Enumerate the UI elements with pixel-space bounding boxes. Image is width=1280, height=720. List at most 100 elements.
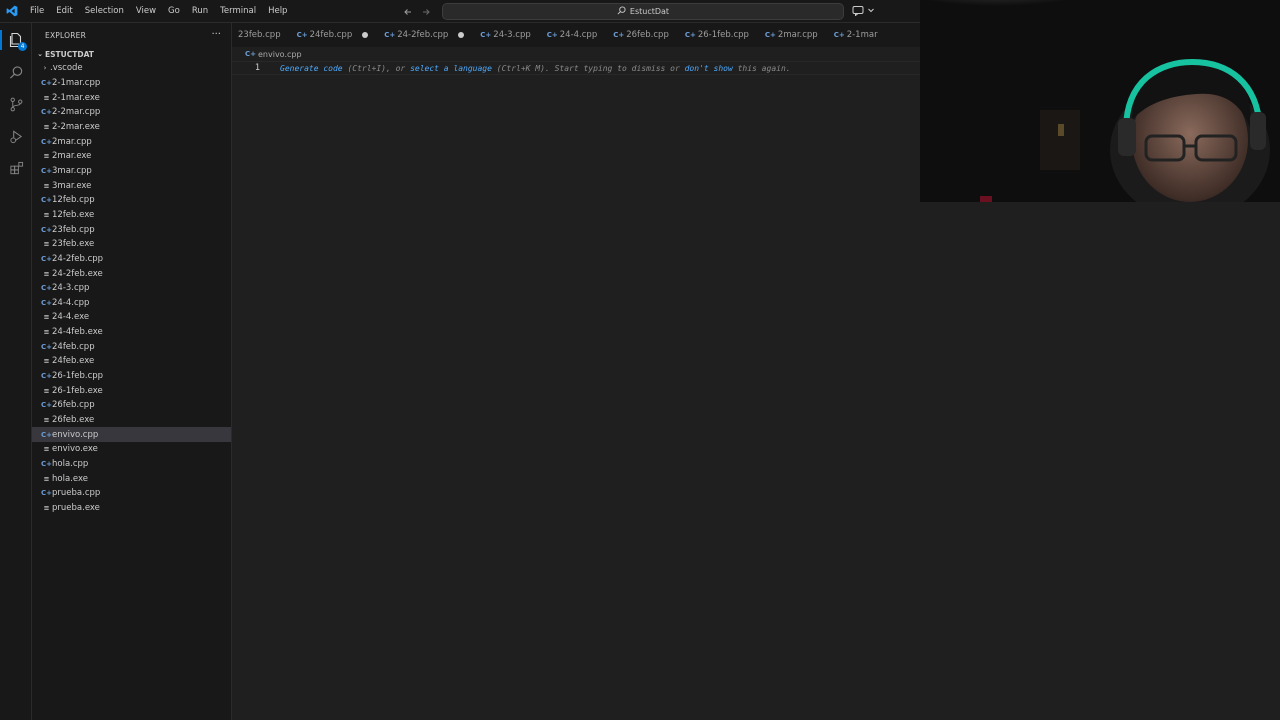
forward-arrow-icon[interactable] [420,6,432,18]
workspace-folder-header[interactable]: ⌄ ESTUCTDAT [32,47,231,61]
copilot-chat-icon[interactable] [852,5,864,19]
binary-file-icon: ≡ [43,504,50,513]
chevron-down-icon[interactable] [867,6,875,17]
menu-help[interactable]: Help [262,0,293,23]
tree-file[interactable]: ≡ 12feb.exe [32,208,231,223]
tree-item-label: 26-1feb.exe [52,385,103,396]
tree-item-label: envivo.cpp [52,429,99,440]
hint-link[interactable]: Generate code [280,64,343,73]
menu-terminal[interactable]: Terminal [214,0,262,23]
hint-link[interactable]: select a language [410,64,492,73]
tree-file[interactable]: ≡ envivo.exe [32,442,231,457]
run-debug-icon[interactable] [4,124,28,148]
tree-file[interactable]: ≡ 2-2mar.exe [32,120,231,135]
editor-tab[interactable]: C+ 26feb.cpp [607,23,679,47]
editor-area[interactable]: C+ envivo.cpp 1 Generate code (Ctrl+I), … [232,47,920,720]
source-control-icon[interactable] [4,92,28,116]
menu-selection[interactable]: Selection [79,0,130,23]
back-arrow-icon[interactable] [402,6,414,18]
tree-file[interactable]: C+ 24-4.cpp [32,296,231,311]
tree-file[interactable]: C+ 24-2feb.cpp [32,252,231,267]
editor-tab[interactable]: 23feb.cpp [232,23,291,47]
editor-tab[interactable]: C+ 24feb.cpp [291,23,379,47]
tree-file[interactable]: ≡ hola.exe [32,471,231,486]
tree-file[interactable]: C+ 23feb.cpp [32,222,231,237]
tree-file[interactable]: ≡ 24-2feb.exe [32,266,231,281]
tree-file[interactable]: C+ 26feb.cpp [32,398,231,413]
copilot-controls [852,3,875,20]
tree-file[interactable]: ≡ 24-4.exe [32,310,231,325]
tree-item-label: 26feb.exe [52,415,95,426]
cpp-file-icon: C+ [41,460,53,469]
webcam-overlay [920,0,1280,202]
editor-tabs: 23feb.cpp C+ 24feb.cpp C+ 24-2feb.cpp C+ 24-3.… [232,23,920,47]
tree-file[interactable]: ≡ 2-1mar.exe [32,90,231,105]
binary-file-icon: ≡ [43,357,50,366]
menu-view[interactable]: View [130,0,162,23]
tree-file[interactable]: ≡ 3mar.exe [32,178,231,193]
tree-file[interactable]: C+ hola.cpp [32,457,231,472]
binary-file-icon: ≡ [43,210,50,219]
workspace-folder-name: ESTUCTDAT [45,49,94,59]
editor-tab[interactable]: C+ 24-3.cpp [474,23,540,47]
tree-file[interactable]: C+ prueba.cpp [32,486,231,501]
tree-file[interactable]: C+ 24feb.cpp [32,339,231,354]
explorer-icon[interactable]: 4 [0,28,28,52]
tree-file[interactable]: C+ 2-2mar.cpp [32,105,231,120]
menu-edit[interactable]: Edit [50,0,78,23]
cpp-file-icon: C+ [41,284,53,293]
cpp-file-icon: C+ [764,31,776,39]
cpp-file-icon: C+ [41,137,53,146]
tree-file[interactable]: C+ 3mar.cpp [32,164,231,179]
tree-file[interactable]: ≡ 24-4feb.exe [32,325,231,340]
tree-file[interactable]: C+ 24-3.cpp [32,281,231,296]
tree-item-label: 23feb.cpp [52,224,95,235]
search-icon[interactable] [4,60,28,84]
search-icon [617,6,626,17]
editor-tab[interactable]: C+ 24-2feb.cpp [378,23,474,47]
tab-label: 23feb.cpp [238,30,281,40]
activity-bar: 4 [0,23,32,720]
line-number: 1 [254,63,260,73]
extensions-icon[interactable] [4,156,28,180]
unsaved-dot-icon[interactable] [458,32,465,38]
menu-run[interactable]: Run [186,0,214,23]
tree-file[interactable]: ≡ prueba.exe [32,501,231,516]
tree-file[interactable]: ≡ 24feb.exe [32,354,231,369]
hint-link[interactable]: don't show [685,64,733,73]
file-tree: › .vscode C+ 2-1mar.cpp ≡ 2-1mar.exe C+ 2-2mar.… [32,61,231,515]
tree-item-label: prueba.cpp [52,488,101,499]
editor-tab[interactable]: C+ 26-1feb.cpp [679,23,759,47]
binary-file-icon: ≡ [43,122,50,131]
tree-folder[interactable]: › .vscode [32,61,231,76]
tree-file[interactable]: C+ 2mar.cpp [32,134,231,149]
tree-item-label: 2mar.exe [52,151,92,162]
cpp-file-icon: C+ [41,298,53,307]
tree-file[interactable]: C+ envivo.cpp [32,427,231,443]
editor-tab[interactable]: C+ 2mar.cpp [759,23,828,47]
tree-file[interactable]: ≡ 23feb.exe [32,237,231,252]
tree-file[interactable]: C+ 26-1feb.cpp [32,369,231,384]
breadcrumb-file[interactable]: envivo.cpp [258,50,302,59]
unsaved-dot-icon[interactable] [362,32,369,38]
tree-file[interactable]: ≡ 2mar.exe [32,149,231,164]
editor-line[interactable]: 1 Generate code (Ctrl+I), or select a la… [232,61,920,75]
editor-tab[interactable]: C+ 24-4.cpp [541,23,607,47]
sidebar-title: EXPLORER [45,30,86,40]
cpp-file-icon: C+ [41,254,53,263]
tree-file[interactable]: ≡ 26-1feb.exe [32,383,231,398]
command-center-search[interactable]: EstuctDat [442,3,844,20]
menu-file[interactable]: File [24,0,50,23]
menu-go[interactable]: Go [162,0,186,23]
more-actions-icon[interactable]: ··· [211,30,221,40]
tree-item-label: 23feb.exe [52,239,95,250]
explorer-badge: 4 [18,42,27,51]
tab-label: 2-1mar [846,30,878,40]
tree-item-label: 24feb.cpp [52,341,95,352]
editor-tab[interactable]: C+ 2-1mar [828,23,888,47]
binary-file-icon: ≡ [43,269,50,278]
tree-file[interactable]: C+ 2-1mar.cpp [32,76,231,91]
workspace-name: EstuctDat [629,7,670,16]
tree-file[interactable]: ≡ 26feb.exe [32,413,231,428]
tree-file[interactable]: C+ 12feb.cpp [32,193,231,208]
